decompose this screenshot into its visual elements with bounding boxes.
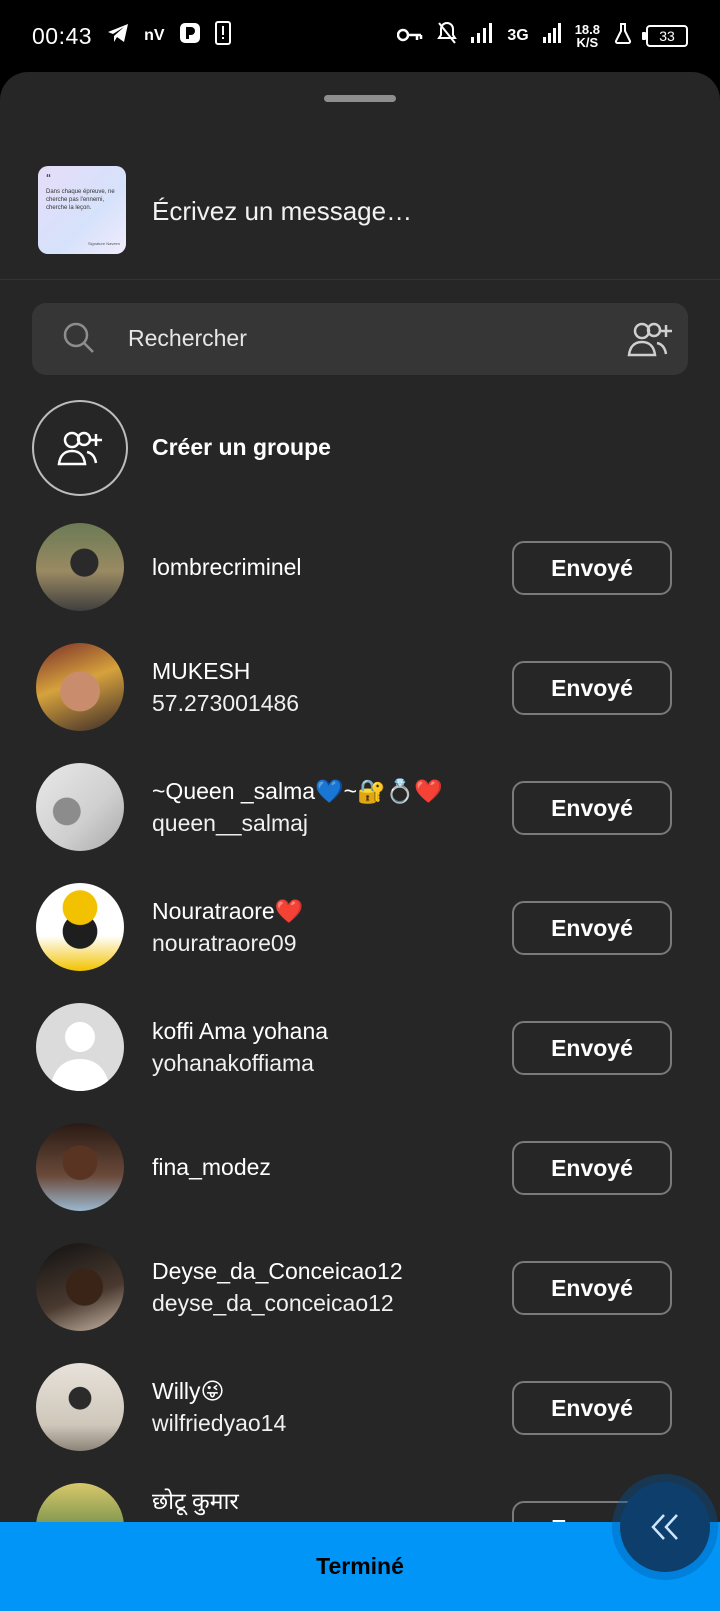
alert-icon [214, 21, 231, 51]
sent-button[interactable]: Envoyé [512, 901, 672, 955]
contact-row[interactable]: koffi Ama yohana yohanakoffiama Envoyé [0, 997, 720, 1097]
contact-name: ~Queen _salma💙~🔐💍❤️ [152, 778, 444, 804]
battery-indicator: 33 [642, 25, 688, 47]
sent-button[interactable]: Envoyé [512, 1381, 672, 1435]
contact-row[interactable]: lombrecriminel Envoyé [0, 517, 720, 617]
contact-row[interactable]: fina_modez Envoyé [0, 1117, 720, 1217]
create-group-icon-wrap [32, 400, 128, 496]
contact-row[interactable]: Nouratraore❤️ nouratraore09 Envoyé [0, 877, 720, 977]
contact-row[interactable]: MUKESH 57.273001486 Envoyé [0, 637, 720, 737]
avatar [36, 883, 124, 971]
signal-icon [471, 23, 493, 49]
nv-indicator: nV [144, 27, 165, 44]
signal-2-icon [542, 23, 561, 49]
network-speed: 18.8 K/S [574, 22, 600, 50]
contact-row[interactable]: Deyse_da_Conceicao12 deyse_da_conceicao12… [0, 1237, 720, 1337]
network-type: 3G [507, 27, 529, 44]
avatar [36, 1243, 124, 1331]
double-chevron-left-icon [651, 1514, 678, 1540]
contact-name: koffi Ama yohana [152, 1018, 329, 1044]
telegram-icon [106, 22, 130, 50]
create-group-label: Créer un groupe [152, 434, 331, 460]
search-input[interactable]: Rechercher [128, 325, 247, 352]
search-bar[interactable]: Rechercher [32, 303, 688, 375]
contact-name: MUKESH [152, 658, 251, 684]
message-input[interactable]: Écrivez un message… [152, 196, 412, 227]
shared-post-thumbnail: “ Dans chaque épreuve, ne cherche pas l'… [38, 166, 126, 254]
contact-row[interactable]: ~Queen _salma💙~🔐💍❤️ queen__salmaj Envoyé [0, 757, 720, 857]
contact-row[interactable]: Willy😜 wilfriedyao14 Envoyé [0, 1357, 720, 1457]
done-button[interactable]: Terminé [0, 1522, 720, 1611]
contact-name: Willy😜 [152, 1378, 225, 1404]
contact-username: wilfriedyao14 [152, 1410, 287, 1436]
sent-button[interactable]: Envoyé [512, 661, 672, 715]
group-add-icon [57, 431, 102, 466]
contact-name: lombrecriminel [152, 554, 302, 580]
contact-username: 57.273001486 [152, 690, 300, 716]
notifications-off-icon [437, 21, 458, 51]
sent-button[interactable]: Envoyé [512, 1261, 672, 1315]
avatar [36, 643, 124, 731]
sent-button[interactable]: Envoyé [512, 781, 672, 835]
contact-name: छोटू कुमार [152, 1488, 239, 1514]
avatar [36, 763, 124, 851]
sent-button[interactable]: Envoyé [512, 1141, 672, 1195]
status-time: 00:43 [32, 22, 93, 49]
contact-name: Deyse_da_Conceicao12 [152, 1258, 403, 1284]
avatar [36, 523, 124, 611]
default-avatar [36, 1003, 124, 1091]
contact-name: Nouratraore❤️ [152, 898, 304, 924]
floating-collapse-button[interactable] [620, 1482, 710, 1572]
sent-button[interactable]: Envoyé [512, 1021, 672, 1075]
sent-button[interactable]: Envoyé [512, 541, 672, 595]
flask-icon [614, 22, 632, 50]
create-group-row[interactable]: Créer un groupe [0, 400, 720, 496]
avatar [36, 1363, 124, 1451]
add-people-icon[interactable] [626, 319, 674, 364]
app-notification-icon [179, 22, 201, 50]
drag-handle[interactable] [324, 95, 396, 102]
contact-username: deyse_da_conceicao12 [152, 1290, 394, 1316]
contact-username: queen__salmaj [152, 810, 309, 836]
share-sheet: “ Dans chaque épreuve, ne cherche pas l'… [0, 72, 720, 1611]
contact-username: yohanakoffiama [152, 1050, 314, 1076]
contact-username: nouratraore09 [152, 930, 297, 956]
compose-row: “ Dans chaque épreuve, ne cherche pas l'… [0, 166, 720, 280]
avatar [36, 1123, 124, 1211]
search-icon [62, 321, 96, 360]
contact-name: fina_modez [152, 1154, 271, 1180]
status-bar: 00:43 nV 3G 18.8 K/S 33 [0, 0, 720, 72]
vpn-key-icon [397, 23, 423, 49]
